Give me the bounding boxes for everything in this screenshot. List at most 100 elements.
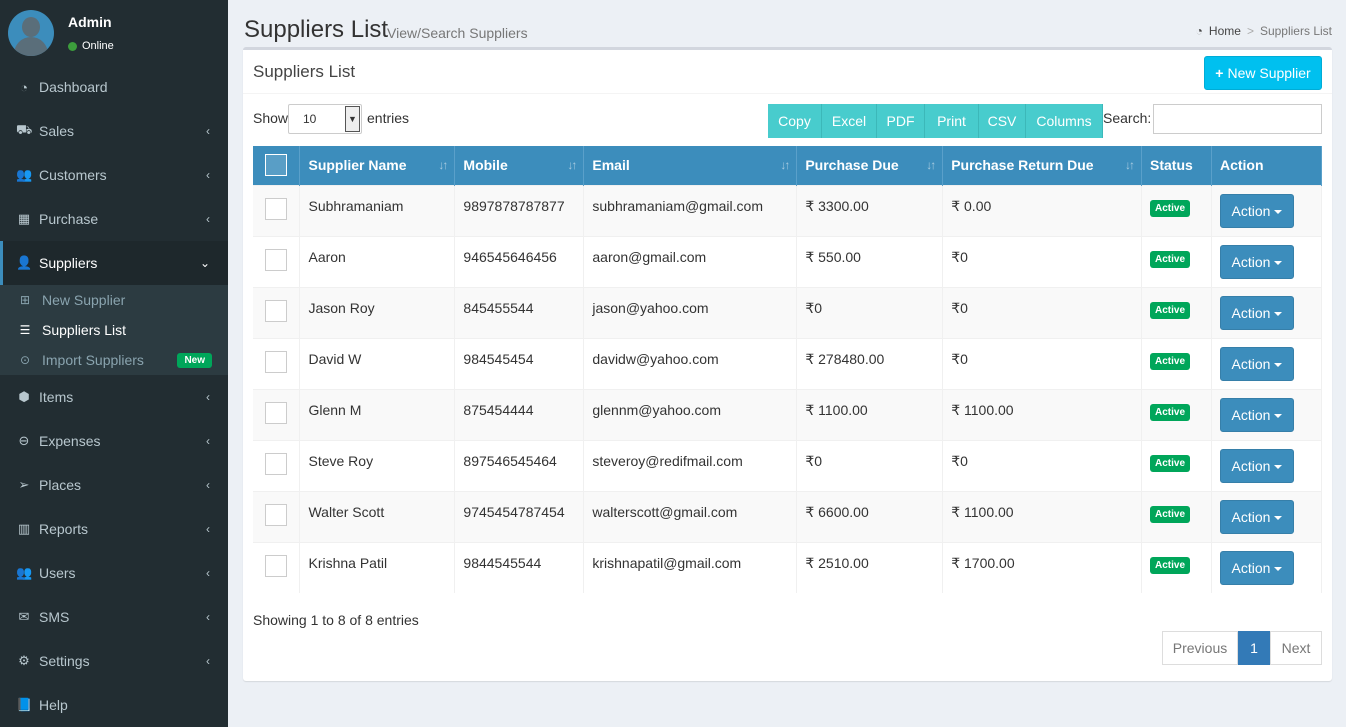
paper-plane-icon: ➢ [18, 477, 30, 492]
plus-square-icon: ⊞ [19, 293, 31, 307]
sidebar-item-places[interactable]: ➢ Places ‹ [0, 463, 228, 507]
status-cell: Active [1141, 490, 1212, 542]
length-value: 10 [303, 112, 317, 126]
row-checkbox[interactable] [265, 453, 287, 475]
print-button[interactable]: Print [925, 104, 979, 138]
sidebar-item-settings[interactable]: ⚙ Settings ‹ [0, 639, 228, 683]
user-name: Admin [68, 14, 112, 30]
page-title: Suppliers List [244, 16, 389, 43]
row-checkbox[interactable] [265, 504, 287, 526]
row-checkbox[interactable] [265, 300, 287, 322]
column-header-email[interactable]: Email ↓↑ [583, 146, 798, 185]
sidebar-item-items[interactable]: ⬢ Items ‹ [0, 375, 228, 419]
action-dropdown-button[interactable]: Action [1219, 397, 1294, 432]
purchase-return-due-cell: ₹ 0.00 [942, 184, 1143, 236]
column-header-mobile[interactable]: Mobile ↓↑ [454, 146, 585, 185]
caret-down-icon [1274, 566, 1283, 571]
sidebar-item-suppliers[interactable]: 👤 Suppliers ⌄ [0, 241, 228, 285]
breadcrumb: ◔ Home > Suppliers List [1196, 24, 1332, 38]
entries-length-select[interactable]: 10 ▼ [288, 104, 362, 134]
status-cell: Active [1141, 541, 1212, 593]
action-dropdown-button[interactable]: Action [1219, 550, 1294, 585]
copy-button[interactable]: Copy [768, 104, 822, 138]
select-all-header [253, 146, 301, 185]
sidebar-item-dashboard[interactable]: ◔ Dashboard [0, 65, 228, 109]
caret-down-icon [1274, 515, 1283, 520]
action-dropdown-button[interactable]: Action [1219, 499, 1294, 534]
sidebar-item-reports[interactable]: ▥ Reports ‹ [0, 507, 228, 551]
gears-icon: ⚙ [18, 653, 30, 668]
caret-down-icon [1274, 311, 1283, 316]
email-cell: jason@yahoo.com [583, 286, 798, 338]
select-all-checkbox[interactable] [265, 154, 287, 177]
breadcrumb-home[interactable]: Home [1209, 24, 1241, 38]
action-dropdown-button[interactable]: Action [1219, 295, 1294, 330]
status-badge: Active [1150, 454, 1191, 472]
submenu-item-suppliers-list[interactable]: ☰ Suppliers List [0, 315, 228, 345]
caret-down-icon [1274, 464, 1283, 469]
purchase-return-due-cell: ₹ 1100.00 [942, 490, 1143, 542]
sidebar-item-label: SMS [39, 609, 70, 625]
csv-button[interactable]: CSV [979, 104, 1026, 138]
caret-down-icon [1274, 362, 1283, 367]
chevron-left-icon: ‹ [206, 124, 210, 138]
status-badge: Active [1150, 352, 1191, 370]
sidebar-item-customers[interactable]: 👥 Customers ‹ [0, 153, 228, 197]
row-checkbox[interactable] [265, 249, 287, 271]
email-cell: davidw@yahoo.com [583, 337, 798, 389]
columns-button[interactable]: Columns [1026, 104, 1103, 138]
email-cell: subhramaniam@gmail.com [583, 184, 798, 236]
row-checkbox[interactable] [265, 402, 287, 424]
caret-down-icon: ▼ [345, 106, 360, 132]
pdf-button[interactable]: PDF [877, 104, 925, 138]
mobile-cell: 875454444 [454, 388, 585, 440]
supplier-name-cell: David W [299, 337, 456, 389]
column-header-purchase-return-due[interactable]: Purchase Return Due ↓↑ [942, 146, 1143, 185]
status-cell: Active [1141, 235, 1212, 287]
submenu-item-label: Import Suppliers [42, 352, 144, 368]
excel-button[interactable]: Excel [822, 104, 877, 138]
sidebar-item-sales[interactable]: ⛟ Sales ‹ [0, 109, 228, 153]
submenu-item-import-suppliers[interactable]: ⊙ Import Suppliers New [0, 345, 228, 375]
sidebar-item-sms[interactable]: ✉ SMS ‹ [0, 595, 228, 639]
action-dropdown-button[interactable]: Action [1219, 346, 1294, 381]
purchase-due-cell: ₹ 2510.00 [796, 541, 944, 593]
purchase-due-cell: ₹ 278480.00 [796, 337, 944, 389]
purchase-due-cell: ₹ 550.00 [796, 235, 944, 287]
purchase-return-due-cell: ₹0 [942, 286, 1143, 338]
row-checkbox[interactable] [265, 198, 287, 220]
row-checkbox[interactable] [265, 351, 287, 373]
pagination-previous[interactable]: Previous [1162, 631, 1238, 665]
email-cell: aaron@gmail.com [583, 235, 798, 287]
column-header-supplier-name[interactable]: Supplier Name ↓↑ [299, 146, 456, 185]
action-dropdown-button[interactable]: Action [1219, 244, 1294, 279]
minus-circle-icon: ⊖ [18, 433, 30, 448]
status-badge: Active [1150, 403, 1191, 421]
submenu-item-new-supplier[interactable]: ⊞ New Supplier [0, 285, 228, 315]
sidebar-item-label: Places [39, 477, 82, 493]
pagination-page-1[interactable]: 1 [1238, 631, 1270, 665]
users-icon: 👥 [16, 565, 33, 580]
book-icon: 📘 [16, 697, 33, 712]
sidebar-item-purchase[interactable]: ▦ Purchase ‹ [0, 197, 228, 241]
pagination-next[interactable]: Next [1270, 631, 1322, 665]
action-cell: Action [1211, 184, 1323, 236]
row-checkbox[interactable] [265, 555, 287, 578]
purchase-return-due-cell: ₹ 1100.00 [942, 388, 1143, 440]
dashboard-icon: ◔ [20, 79, 28, 95]
action-dropdown-button[interactable]: Action [1219, 448, 1294, 483]
export-buttons: Copy Excel PDF Print CSV Columns [768, 104, 1103, 138]
sidebar-item-label: Settings [39, 653, 90, 669]
sidebar-item-help[interactable]: 📘 Help [0, 683, 228, 727]
sidebar-item-expenses[interactable]: ⊖ Expenses ‹ [0, 419, 228, 463]
action-dropdown-button[interactable]: Action [1219, 193, 1294, 228]
table-header-row: Supplier Name ↓↑ Mobile ↓↑ Email ↓↑ Purchas… [253, 146, 1323, 185]
search-input[interactable] [1153, 104, 1322, 134]
table-row: Krishna Patil 9844545544 krishnapatil@gm… [253, 541, 1323, 593]
new-badge: New [177, 352, 212, 368]
purchase-return-due-cell: ₹0 [942, 439, 1143, 491]
new-supplier-button[interactable]: + New Supplier [1204, 56, 1322, 90]
email-cell: walterscott@gmail.com [583, 490, 798, 542]
column-header-purchase-due[interactable]: Purchase Due ↓↑ [796, 146, 944, 185]
sidebar-item-users[interactable]: 👥 Users ‹ [0, 551, 228, 595]
